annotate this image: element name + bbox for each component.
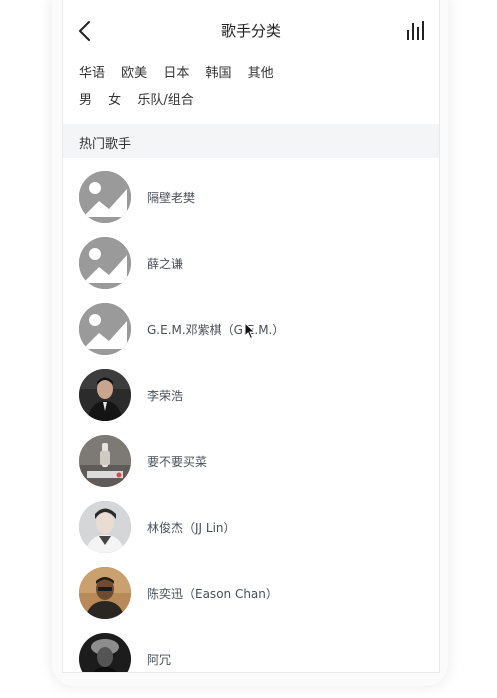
section-header: 热门歌手 [63,124,439,158]
singer-item[interactable]: 隔壁老樊 [63,164,439,230]
singer-item[interactable]: 林俊杰（JJ Lin） [63,494,439,560]
singer-name: 陈奕迅（Eason Chan） [147,587,278,601]
filter-type-female[interactable]: 女 [108,89,121,108]
singer-name: 李荣浩 [147,389,184,403]
singer-name: 隔壁老樊 [147,191,196,205]
image-placeholder-icon [79,237,131,289]
image-placeholder-icon [79,303,131,355]
avatar [79,171,131,223]
singer-item[interactable]: 李荣浩 [63,362,439,428]
singer-item[interactable]: 要不要买菜 [63,428,439,494]
singer-photo-icon [79,567,131,619]
singer-name: G.E.M.邓紫棋（G.E.M.） [147,323,285,337]
singer-name: 薛之谦 [147,257,184,271]
filter-type-male[interactable]: 男 [79,89,92,108]
avatar [79,303,131,355]
singer-photo-icon [79,435,131,487]
singer-photo-icon [79,633,131,672]
singer-item[interactable]: 陈奕迅（Eason Chan） [63,560,439,626]
avatar [79,237,131,289]
singer-photo-icon [79,501,131,553]
filter-area-western[interactable]: 欧美 [121,62,147,81]
header-bar: 歌手分类 [63,0,439,60]
area-filter-row: 华语 欧美 日本 韩国 其他 [79,62,286,81]
singer-name: 要不要买菜 [147,455,208,469]
filter-area-korea[interactable]: 韩国 [205,62,231,81]
filter-area-japan[interactable]: 日本 [163,62,189,81]
singer-name: 阿冗 [147,653,172,667]
section-title: 热门歌手 [79,137,132,152]
avatar [79,435,131,487]
filter-type-band[interactable]: 乐队/组合 [137,89,193,108]
avatar [79,501,131,553]
singer-name: 林俊杰（JJ Lin） [147,521,236,535]
type-filter-row: 男 女 乐队/组合 [79,89,206,108]
mouse-pointer-icon [244,322,256,340]
filter-area-other[interactable]: 其他 [248,62,274,81]
singer-photo-icon [79,369,131,421]
singer-item[interactable]: 阿冗 [63,626,439,672]
avatar [79,567,131,619]
chart-button[interactable] [407,21,425,40]
avatar [79,633,131,672]
singer-item[interactable]: 薛之谦 [63,230,439,296]
bars-icon [407,21,424,40]
filter-area-chinese[interactable]: 华语 [79,62,105,81]
page-title: 歌手分类 [220,22,281,40]
avatar [79,369,131,421]
image-placeholder-icon [79,171,131,223]
